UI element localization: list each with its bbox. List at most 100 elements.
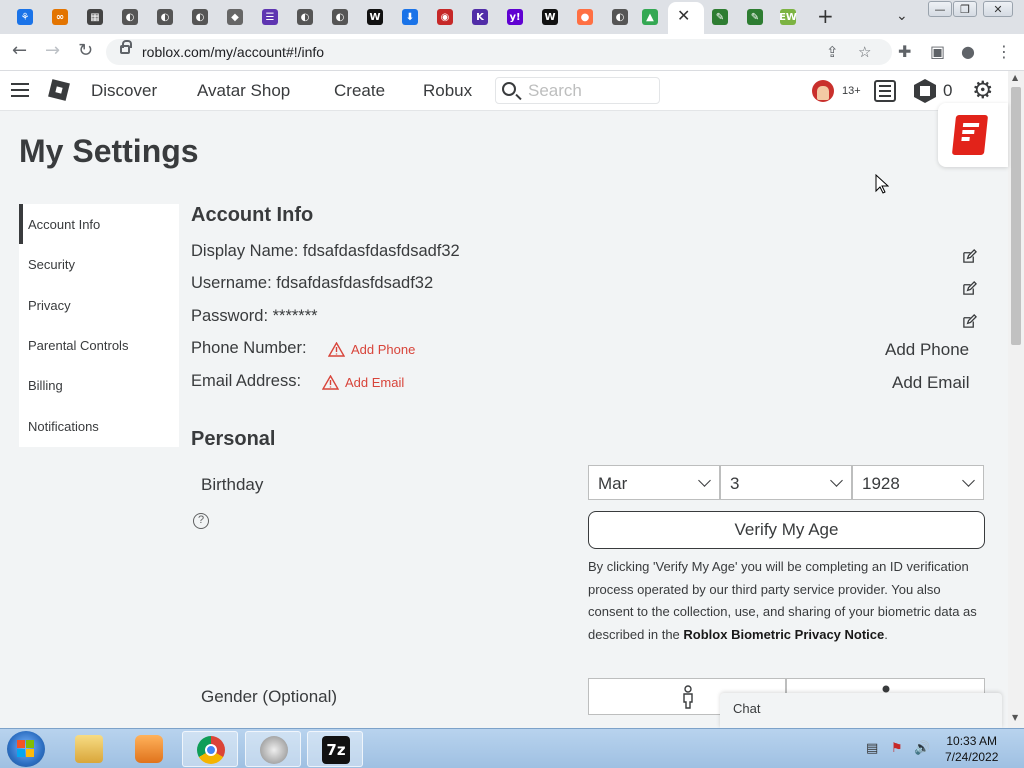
tab-favicon-4[interactable]: ◐ bbox=[120, 7, 140, 27]
tab-favicon-21[interactable]: ✎ bbox=[710, 7, 730, 27]
hamburger-menu-icon[interactable] bbox=[11, 83, 29, 97]
tab-favicon-13[interactable]: ◉ bbox=[435, 7, 455, 27]
bookmark-star-icon[interactable]: ☆ bbox=[858, 43, 871, 61]
url-text[interactable]: roblox.com/my/account#!/info bbox=[142, 44, 324, 60]
birth-day-select[interactable]: 3 bbox=[720, 465, 852, 500]
maximize-button[interactable]: ❐ bbox=[953, 1, 977, 17]
tab-favicon-18[interactable]: ◐ bbox=[610, 7, 630, 27]
page-scrollbar[interactable]: ▲ ▼ bbox=[1008, 71, 1024, 728]
sidebar-item-notifications[interactable]: Notifications bbox=[19, 406, 179, 446]
favicon-glyph-icon: ◆ bbox=[227, 9, 243, 25]
robux-icon[interactable] bbox=[914, 79, 936, 103]
tab-favicon-16[interactable]: W bbox=[540, 7, 560, 27]
email-warning[interactable]: Add Email bbox=[322, 375, 404, 390]
new-tab-button[interactable]: + bbox=[817, 4, 834, 28]
tab-favicon-2[interactable]: ∞ bbox=[50, 7, 70, 27]
tab-favicon-12[interactable]: ⬇ bbox=[400, 7, 420, 27]
start-button[interactable] bbox=[7, 731, 45, 767]
tab-favicon-5[interactable]: ◐ bbox=[155, 7, 175, 27]
sidebar-item-parental-controls[interactable]: Parental Controls bbox=[19, 325, 179, 365]
nav-avatar-shop[interactable]: Avatar Shop bbox=[197, 81, 290, 101]
taskbar-7zip[interactable]: 7z bbox=[307, 731, 363, 767]
add-phone-button[interactable]: Add Phone bbox=[885, 340, 969, 360]
minimize-button[interactable]: — bbox=[928, 1, 952, 17]
birth-month-select[interactable]: Mar bbox=[588, 465, 720, 500]
edit-username-icon[interactable] bbox=[962, 281, 977, 296]
omnibox[interactable]: roblox.com/my/account#!/info ⇪ ☆ bbox=[106, 39, 892, 65]
close-window-button[interactable]: ✕ bbox=[983, 1, 1013, 17]
settings-gear-icon[interactable]: ⚙ bbox=[972, 78, 994, 102]
tab-favicon-11[interactable]: W bbox=[365, 7, 385, 27]
tab-favicon-19[interactable]: ▲ bbox=[640, 7, 660, 27]
scroll-down-icon[interactable]: ▼ bbox=[1012, 713, 1018, 722]
roblox-app-badge[interactable] bbox=[938, 103, 1008, 167]
avatar[interactable] bbox=[812, 80, 834, 102]
sidebar-item-security[interactable]: Security bbox=[19, 244, 179, 284]
lock-icon[interactable] bbox=[120, 40, 132, 54]
tab-favicon-7[interactable]: ◆ bbox=[225, 7, 245, 27]
taskbar-explorer[interactable] bbox=[61, 731, 117, 767]
system-clock[interactable]: 10:33 AM 7/24/2022 bbox=[945, 733, 998, 765]
extensions-icon[interactable]: ✚ bbox=[898, 42, 911, 61]
chat-widget[interactable]: Chat bbox=[720, 693, 1002, 728]
taskbar-chrome[interactable] bbox=[182, 731, 238, 767]
sidebar-item-label: Security bbox=[28, 257, 75, 272]
tab-favicon-6[interactable]: ◐ bbox=[190, 7, 210, 27]
tab-favicon-17[interactable]: ● bbox=[575, 7, 595, 27]
birth-day-value: 3 bbox=[730, 474, 740, 493]
taskbar-media-player[interactable] bbox=[121, 731, 177, 767]
search-input[interactable] bbox=[528, 80, 653, 101]
nav-create[interactable]: Create bbox=[334, 81, 385, 101]
tab-favicon-22[interactable]: ✎ bbox=[745, 7, 765, 27]
edit-password-icon[interactable] bbox=[962, 314, 977, 329]
share-icon[interactable]: ⇪ bbox=[826, 43, 839, 61]
tab-favicon-1[interactable]: ⚘ bbox=[15, 7, 35, 27]
side-panel-icon[interactable]: ▣ bbox=[930, 42, 945, 61]
tab-favicon-3[interactable]: ▦ bbox=[85, 7, 105, 27]
favicon-glyph-icon: ⚘ bbox=[17, 9, 33, 25]
edit-display-name-icon[interactable] bbox=[962, 249, 977, 264]
network-tray-icon[interactable]: ▤ bbox=[866, 741, 878, 756]
username-text: Username: fdsafdasfdasfdsadf32 bbox=[191, 274, 434, 292]
nav-discover[interactable]: Discover bbox=[91, 81, 157, 101]
sidebar-item-billing[interactable]: Billing bbox=[19, 365, 179, 405]
nav-robux[interactable]: Robux bbox=[423, 81, 472, 101]
reload-button[interactable]: ↻ bbox=[78, 40, 93, 61]
action-center-tray-icon[interactable]: ⚑ bbox=[891, 741, 903, 756]
scroll-up-icon[interactable]: ▲ bbox=[1012, 73, 1018, 82]
forward-button[interactable]: → bbox=[45, 40, 60, 61]
tab-favicon-15[interactable]: y! bbox=[505, 7, 525, 27]
tab-search-icon[interactable]: ⌄ bbox=[896, 8, 908, 24]
favicon-glyph-icon: W bbox=[367, 9, 383, 25]
tab-favicon-23[interactable]: EW bbox=[778, 7, 798, 27]
display-name-text: Display Name: fdsafdasfdasfdsadf32 bbox=[191, 242, 460, 260]
profile-icon[interactable]: ● bbox=[961, 42, 975, 61]
verify-my-age-button[interactable]: Verify My Age bbox=[588, 511, 985, 549]
browser-menu-icon[interactable]: ⋮ bbox=[996, 42, 1012, 61]
robux-balance[interactable]: 0 bbox=[943, 81, 952, 101]
birth-year-select[interactable]: 1928 bbox=[852, 465, 984, 500]
tab-favicon-8[interactable]: ☰ bbox=[260, 7, 280, 27]
roblox-logo-icon[interactable] bbox=[48, 79, 70, 101]
close-tab-icon[interactable]: ✕ bbox=[677, 6, 690, 25]
sidebar-item-account-info[interactable]: Account Info bbox=[19, 204, 179, 244]
sidebar-item-privacy[interactable]: Privacy bbox=[19, 285, 179, 325]
add-email-button[interactable]: Add Email bbox=[892, 373, 969, 393]
favicon-glyph-icon: ✎ bbox=[747, 9, 763, 25]
tab-favicon-14[interactable]: K bbox=[470, 7, 490, 27]
scrollbar-thumb[interactable] bbox=[1011, 87, 1021, 345]
tab-favicon-10[interactable]: ◐ bbox=[330, 7, 350, 27]
taskbar-volume-app[interactable] bbox=[245, 731, 301, 767]
notifications-list-icon[interactable] bbox=[874, 80, 896, 102]
help-question-icon[interactable]: ? bbox=[193, 513, 209, 529]
add-phone-warning-text[interactable]: Add Phone bbox=[351, 342, 415, 357]
favicon-glyph-icon: W bbox=[542, 9, 558, 25]
search-box[interactable] bbox=[495, 77, 660, 104]
phone-warning[interactable]: Add Phone bbox=[328, 342, 415, 357]
volume-tray-icon[interactable]: 🔊 bbox=[914, 741, 930, 756]
add-email-warning-text[interactable]: Add Email bbox=[345, 375, 404, 390]
back-button[interactable]: ← bbox=[12, 40, 27, 61]
search-icon[interactable] bbox=[502, 82, 516, 96]
biometric-privacy-notice-link[interactable]: Roblox Biometric Privacy Notice bbox=[683, 627, 884, 642]
tab-favicon-9[interactable]: ◐ bbox=[295, 7, 315, 27]
